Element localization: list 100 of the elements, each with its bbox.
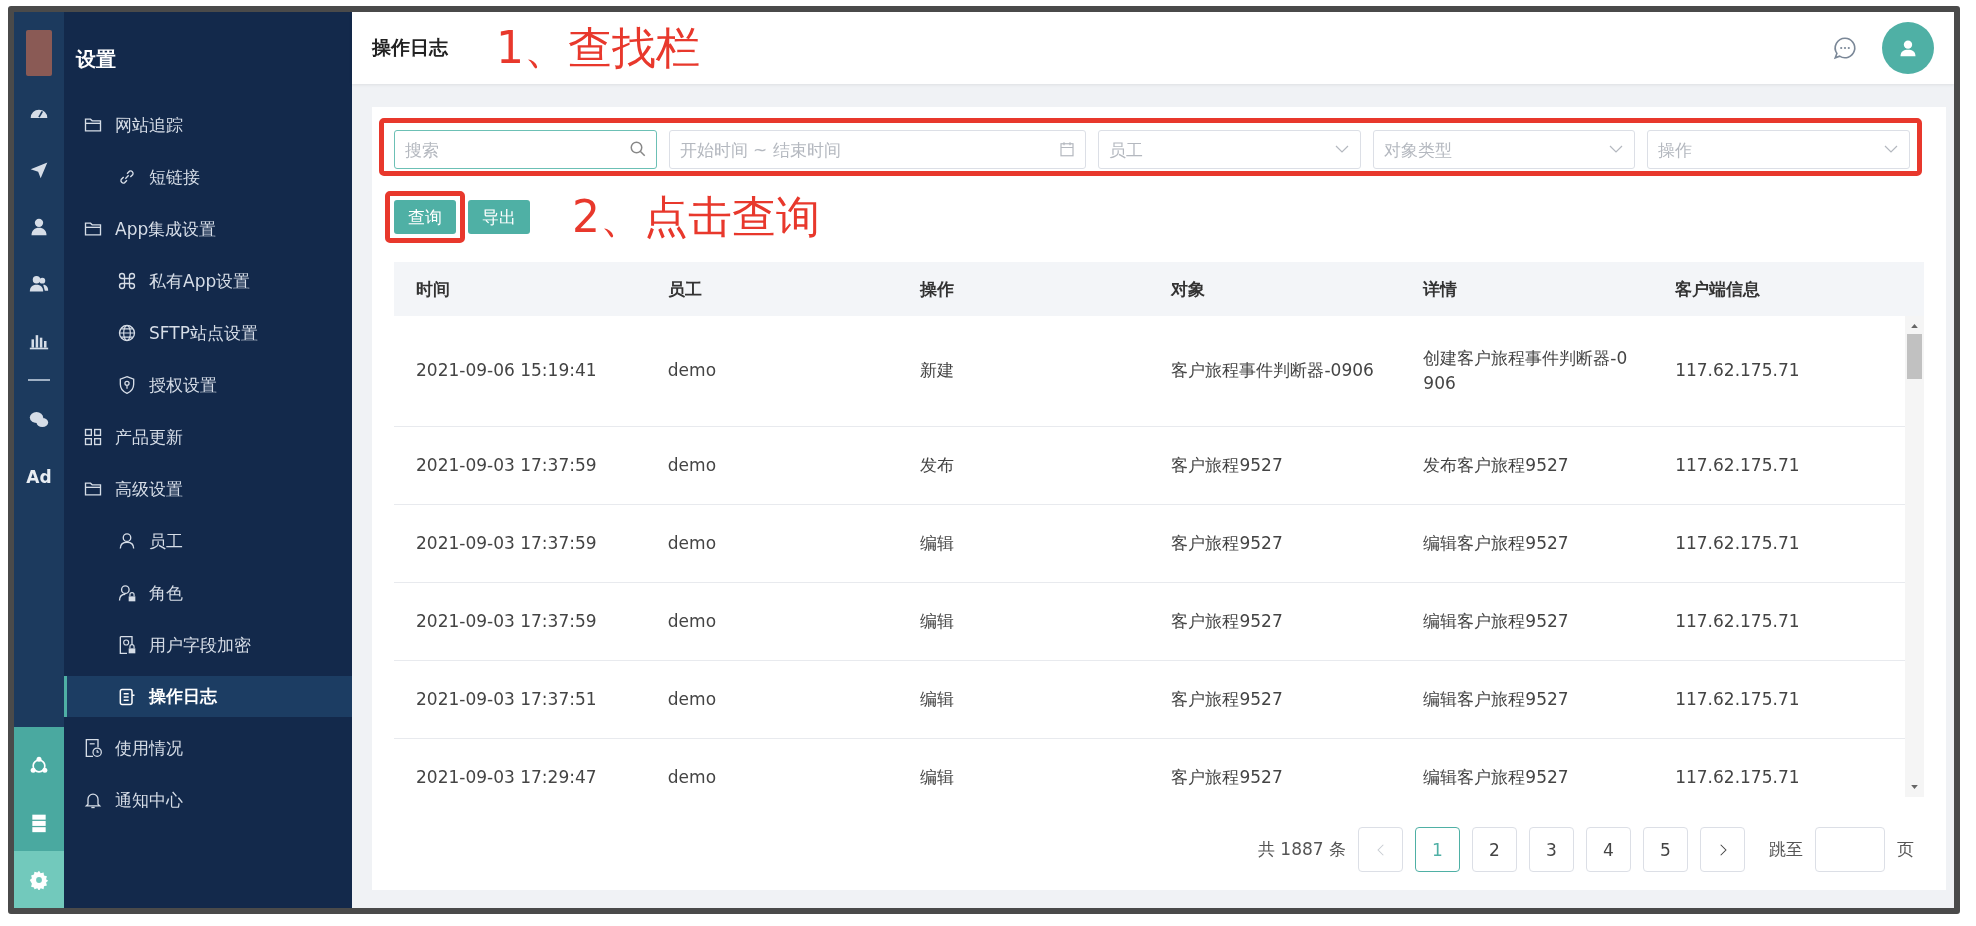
document-lock-icon <box>117 635 137 655</box>
server-icon <box>29 812 49 833</box>
dropdown-field[interactable]: 操作 <box>1647 130 1910 169</box>
user-icon <box>1898 38 1918 58</box>
column-header: 操作 <box>918 277 955 301</box>
table-cell-text: 117.62.175.71 <box>1674 609 1801 633</box>
network-icon <box>29 755 49 776</box>
annotation-text: 1、查找栏 <box>496 20 700 75</box>
avatar[interactable] <box>1882 22 1934 74</box>
table-cell-text: 2021-09-03 17:37:59 <box>415 609 598 633</box>
table-cell-text: 客户旅程9527 <box>1170 687 1284 711</box>
table-cell-text: 117.62.175.71 <box>1674 687 1801 711</box>
column-header: 员工 <box>666 277 703 301</box>
table-cell-text: 客户旅程9527 <box>1170 453 1284 477</box>
table-cell-text: 117.62.175.71 <box>1674 765 1801 789</box>
table-cell-text: 2021-09-03 17:37:59 <box>415 531 598 555</box>
scroll-down-icon[interactable] <box>1909 783 1920 791</box>
page-button[interactable]: 4 <box>1586 827 1631 872</box>
user-lock-icon <box>117 583 137 603</box>
search-field[interactable]: 搜索 <box>394 130 657 169</box>
sidebar-item[interactable]: 产品更新 <box>64 411 352 463</box>
table-cell-text: 创建客户旅程事件判断器-0906 <box>1422 346 1629 395</box>
table-cell-text: 客户旅程9527 <box>1170 531 1284 555</box>
logo-placeholder <box>26 30 52 76</box>
grid-icon <box>83 427 103 447</box>
table-cell-text: demo <box>666 453 718 477</box>
table-cell-text: 2021-09-03 17:29:47 <box>415 765 598 789</box>
page-button[interactable]: 3 <box>1529 827 1574 872</box>
table-cell-text: 117.62.175.71 <box>1674 359 1801 383</box>
user-icon <box>117 531 137 551</box>
dropdown-field[interactable]: 员工 <box>1098 130 1361 169</box>
sidebar-item[interactable]: 用户字段加密 <box>64 619 352 671</box>
table-cell-text: 新建 <box>918 359 955 383</box>
column-header: 时间 <box>415 277 451 301</box>
jump-label: 跳至 <box>1769 838 1803 861</box>
table-cell-text: 117.62.175.71 <box>1674 453 1801 477</box>
table-cell-text: 编辑 <box>918 765 955 789</box>
page-button[interactable]: 2 <box>1472 827 1517 872</box>
document-clock-icon <box>83 738 103 758</box>
page-input[interactable] <box>1815 827 1885 872</box>
column-header: 对象 <box>1169 277 1207 301</box>
table-cell-text: 发布 <box>918 453 955 477</box>
dropdown-field[interactable]: 对象类型 <box>1372 130 1636 169</box>
sidebar-item[interactable]: 角色 <box>64 567 352 619</box>
sidebar-item[interactable]: 通知中心 <box>64 774 352 826</box>
table-cell-text: demo <box>666 687 718 711</box>
table-cell-text: 发布客户旅程9527 <box>1422 453 1570 477</box>
link-icon <box>117 167 137 187</box>
page-suffix: 页 <box>1897 838 1914 861</box>
sidebar-title: 设置 <box>74 46 117 73</box>
table-cell-text: demo <box>666 359 718 383</box>
shield-icon <box>117 375 137 395</box>
scroll-up-icon[interactable] <box>1909 322 1920 330</box>
scrollbar-thumb[interactable] <box>1907 334 1922 379</box>
sidebar-item[interactable]: 使用情况 <box>64 722 352 774</box>
search-icon <box>628 140 647 158</box>
scrollbar[interactable] <box>1905 316 1924 797</box>
table-cell-text: demo <box>666 765 718 789</box>
table-cell-text: demo <box>666 609 718 633</box>
nav-label[interactable]: Ad <box>26 466 52 487</box>
log-icon <box>117 686 137 707</box>
sidebar-item[interactable]: 授权设置 <box>64 359 352 411</box>
sidebar-item[interactable]: 短链接 <box>64 151 352 203</box>
column-header: 客户端信息 <box>1674 277 1762 301</box>
table-cell-text: 客户旅程事件判断器-0906 <box>1170 359 1375 383</box>
table-cell-text: 编辑 <box>918 609 955 633</box>
table-cell-text: 编辑客户旅程9527 <box>1422 687 1570 711</box>
table-cell-text: 2021-09-06 15:19:41 <box>415 359 598 383</box>
calendar-icon <box>1058 140 1077 158</box>
table-cell-text: 2021-09-03 17:37:51 <box>415 687 598 711</box>
page-title: 操作日志 <box>372 35 448 60</box>
table-cell-text: 编辑客户旅程9527 <box>1422 531 1570 555</box>
table-cell-text: 编辑客户旅程9527 <box>1422 609 1570 633</box>
table-cell-text: 117.62.175.71 <box>1674 531 1801 555</box>
nav-tab[interactable] <box>14 851 64 908</box>
sidebar-item[interactable]: 操作日志 <box>64 676 352 717</box>
sidebar-item[interactable]: 网站追踪 <box>64 99 352 151</box>
total-count: 共 1887 条 <box>1257 838 1346 861</box>
sidebar-item[interactable]: SFTP站点设置 <box>64 307 352 359</box>
page-button[interactable]: 5 <box>1643 827 1688 872</box>
sidebar-item[interactable]: 私有App设置 <box>64 255 352 307</box>
chat-icon[interactable] <box>1832 35 1858 61</box>
users-icon[interactable] <box>29 273 49 294</box>
table-cell-text: 编辑客户旅程9527 <box>1422 765 1570 789</box>
command-icon <box>117 271 137 291</box>
table-cell-text: demo <box>666 531 718 555</box>
table-cell-text: 2021-09-03 17:37:59 <box>415 453 598 477</box>
settings-icon <box>29 869 49 890</box>
sidebar-item[interactable]: 员工 <box>64 515 352 567</box>
column-header: 详情 <box>1421 277 1459 301</box>
sidebar-item[interactable]: 高级设置 <box>64 463 352 515</box>
sidebar-item[interactable]: App集成设置 <box>64 203 352 255</box>
date-range-field[interactable]: 开始时间 ~ 结束时间 <box>668 130 1087 169</box>
globe-icon <box>117 323 137 343</box>
table-cell-text: 客户旅程9527 <box>1170 609 1284 633</box>
table-cell-text: 客户旅程9527 <box>1170 765 1284 789</box>
table-cell-text: 编辑 <box>918 531 955 555</box>
chat-bubbles-icon[interactable] <box>29 409 49 430</box>
annotation-text: 2、点击查询 <box>572 189 820 244</box>
user-icon[interactable] <box>29 216 49 237</box>
